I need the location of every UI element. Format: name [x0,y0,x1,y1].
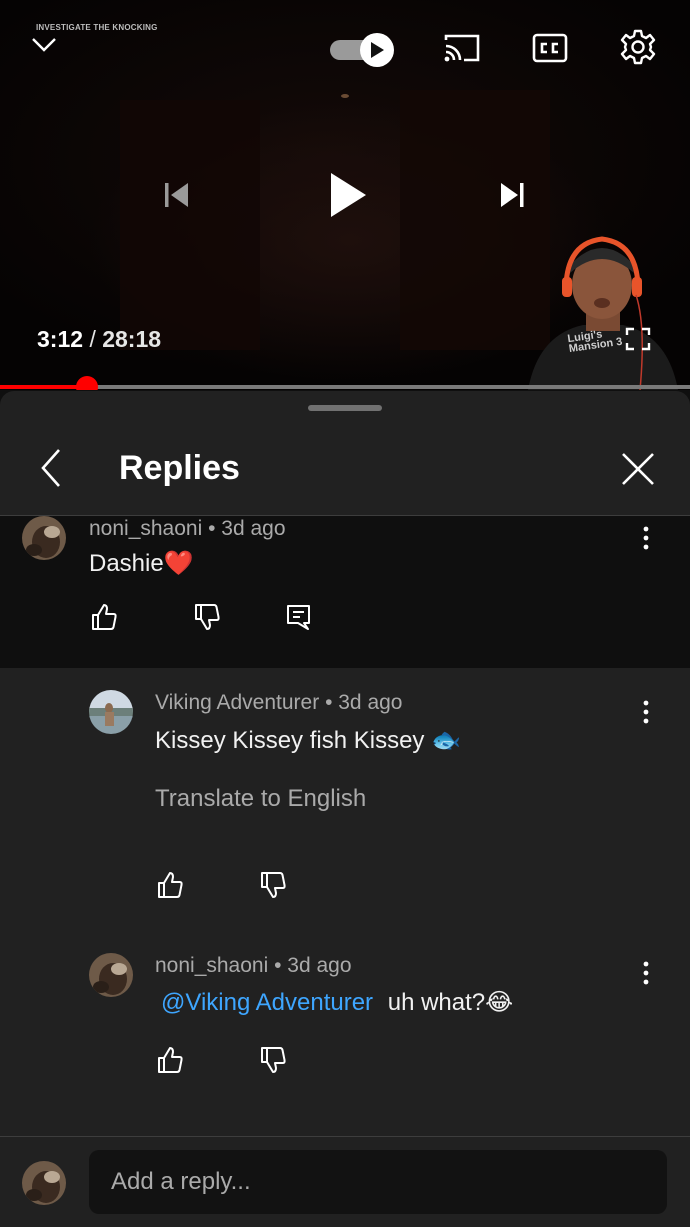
reply-author[interactable]: noni_shaoni [155,954,268,977]
video-player[interactable]: INVESTIGATE THE KNOCKING Luigi's Mansion… [0,0,690,390]
comment-text-body: Dashie [89,550,164,577]
thumbs-up-icon[interactable] [89,602,119,632]
thumbs-down-icon[interactable] [258,870,288,900]
reply-item: Viking Adventurer • 3d ago Kissey Kissey… [0,668,690,930]
comment-text: Dashie❤️ [89,549,194,578]
next-video-icon[interactable] [495,175,531,215]
parent-comment: noni_shaoni • 3d ago Dashie❤️ [0,516,690,668]
more-options-icon[interactable] [636,959,656,989]
thumbs-up-icon[interactable] [155,870,185,900]
reply-author[interactable]: Viking Adventurer [155,691,319,714]
replies-header: Replies [0,421,690,516]
avatar[interactable] [22,516,66,560]
thumbs-down-icon[interactable] [258,1045,288,1075]
play-icon[interactable] [320,165,376,225]
minimize-chevron-down-icon[interactable] [30,30,58,58]
current-time: 3:12 [37,326,84,352]
autoplay-play-icon [360,33,394,67]
progress-scrubber-handle[interactable] [75,376,98,390]
reply-age: 3d ago [287,954,352,977]
progress-played [0,385,87,389]
reply-item: noni_shaoni • 3d ago @Viking Adventurer … [0,930,690,1130]
meta-dot: • [274,954,288,977]
current-user-avatar [22,1161,66,1205]
streamer-facecam: Luigi's Mansion 3 [528,225,678,390]
progress-bar[interactable] [0,376,690,390]
mention-link[interactable]: @Viking Adventurer [161,989,373,1016]
autoplay-toggle[interactable] [330,33,396,67]
thumbs-up-icon[interactable] [155,1045,185,1075]
more-options-icon[interactable] [636,698,656,728]
time-display: 3:12 / 28:18 [37,326,161,353]
reply-text: Kissey Kissey fish Kissey 🐟 [155,726,461,755]
fullscreen-icon[interactable] [624,326,652,352]
closed-captions-icon[interactable] [530,30,570,66]
fish-emoji: 🐟 [431,727,461,754]
close-icon[interactable] [618,449,658,489]
reply-age: 3d ago [338,691,403,714]
time-separator: / [89,326,96,352]
meta-dot: • [208,517,222,540]
previous-video-icon[interactable] [158,175,194,215]
laughing-emoji: 😂 [485,989,514,1016]
thumbs-down-icon[interactable] [192,602,222,632]
comment-age: 3d ago [221,517,286,540]
back-chevron-icon[interactable] [36,447,66,489]
sheet-drag-handle[interactable] [308,405,382,411]
reply-comment-icon[interactable] [284,602,314,632]
avatar[interactable] [89,953,133,997]
meta-dot: • [325,691,339,714]
reply-meta: Viking Adventurer • 3d ago [155,691,402,715]
reply-text: @Viking Adventurer uh what?😂 [161,988,513,1017]
comment-author[interactable]: noni_shaoni [89,517,202,540]
reply-composer [0,1136,690,1227]
more-options-icon[interactable] [636,524,656,554]
add-reply-input[interactable] [89,1150,667,1214]
cast-icon[interactable] [440,30,484,66]
reply-meta: noni_shaoni • 3d ago [155,954,352,978]
replies-sheet: Replies noni_shaoni • 3d ago Dashie❤️ Vi… [0,391,690,1227]
avatar[interactable] [89,690,133,734]
comment-meta: noni_shaoni • 3d ago [89,517,286,541]
reply-text-body: uh what? [387,989,486,1016]
video-duration: 28:18 [102,326,162,352]
replies-title: Replies [119,449,240,487]
heart-emoji: ❤️ [163,550,194,577]
settings-gear-icon[interactable] [618,27,658,67]
translate-link[interactable]: Translate to English [155,785,366,813]
reply-text-body: Kissey Kissey fish Kissey [155,727,425,754]
